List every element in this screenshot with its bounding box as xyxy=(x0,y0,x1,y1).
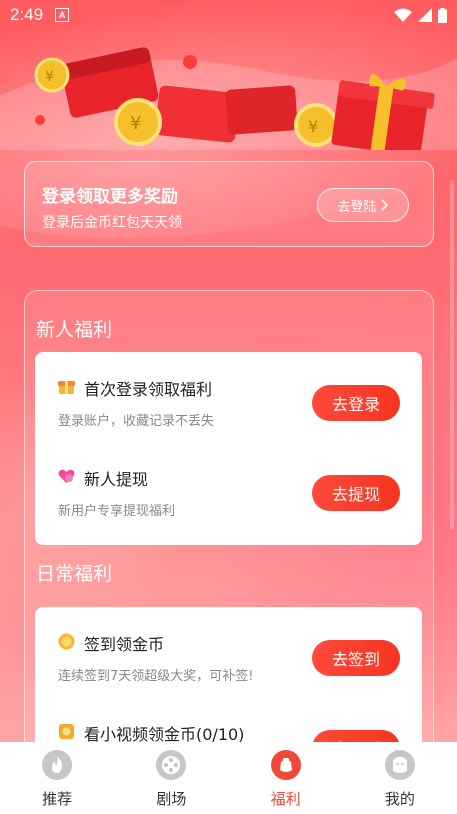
film-reel-icon xyxy=(156,750,187,780)
nav-tab-recommend[interactable]: 推荐 xyxy=(0,742,114,814)
scrollbar[interactable] xyxy=(450,180,454,530)
newbie-task-card: 首次登录领取福利 登录账户，收藏记录不丢失 去登录 新人提现 新用户专享提现福利… xyxy=(35,352,422,545)
login-card-subtitle: 登录后金币红包天天领 xyxy=(42,215,182,231)
task-desc: 新用户专享提现福利 xyxy=(58,504,176,519)
svg-text:¥: ¥ xyxy=(45,69,54,85)
gift-box-icon xyxy=(58,381,75,394)
nav-tab-mine[interactable]: 我的 xyxy=(343,742,457,814)
flame-icon xyxy=(42,750,73,780)
section-title-daily: 日常福利 xyxy=(36,563,113,585)
task-checkin: 签到领金币 连续签到7天领超级大奖，可补签! 去签到 xyxy=(35,607,422,697)
svg-text:¥: ¥ xyxy=(130,113,141,134)
heart-wallet-icon xyxy=(58,469,75,483)
nav-label: 剧场 xyxy=(156,790,187,808)
app-notification-icon: A xyxy=(55,8,70,22)
login-card-title: 登录领取更多奖励 xyxy=(42,187,178,207)
daily-task-card: 签到领金币 连续签到7天领超级大奖，可补签! 去签到 看小视频领金币(0/10)… xyxy=(35,607,422,759)
task-title: 首次登录领取福利 xyxy=(84,380,213,399)
go-withdraw-button[interactable]: 去提现 xyxy=(312,475,400,511)
red-envelope-illustration: ¥ ¥ ¥ xyxy=(0,47,457,150)
welfare-panel: 新人福利 首次登录领取福利 登录账户，收藏记录不丢失 去登录 新人提现 新用户专… xyxy=(24,290,434,760)
task-title: 新人提现 xyxy=(84,470,149,489)
task-title: 签到领金币 xyxy=(84,635,165,654)
nav-label: 我的 xyxy=(384,790,415,808)
task-desc: 连续签到7天领超级大奖，可补签! xyxy=(58,669,254,684)
nav-label: 福利 xyxy=(270,790,301,808)
login-reward-card: 登录领取更多奖励 登录后金币红包天天领 去登陆 xyxy=(24,161,434,247)
battery-icon xyxy=(438,7,447,23)
nav-tab-welfare[interactable]: 福利 xyxy=(229,742,343,814)
welfare-bag-icon xyxy=(270,750,301,780)
go-login-label: 去登陆 xyxy=(337,199,377,215)
signal-icon xyxy=(418,8,432,22)
nav-label: 推荐 xyxy=(42,790,73,808)
nav-tab-theater[interactable]: 剧场 xyxy=(114,742,228,814)
task-desc: 登录账户，收藏记录不丢失 xyxy=(58,414,215,429)
go-login-task-button[interactable]: 去登录 xyxy=(312,385,400,421)
profile-face-icon xyxy=(384,750,415,780)
task-first-login: 首次登录领取福利 登录账户，收藏记录不丢失 去登录 xyxy=(35,352,422,442)
go-checkin-button[interactable]: 去签到 xyxy=(312,640,400,676)
section-title-newbie: 新人福利 xyxy=(36,319,113,341)
status-bar: 2:49 A xyxy=(0,0,457,30)
coin-icon xyxy=(58,633,75,650)
wifi-icon xyxy=(394,8,412,22)
go-login-button[interactable]: 去登陆 xyxy=(317,188,409,222)
video-coin-icon xyxy=(59,724,74,739)
bottom-nav: 推荐 剧场 福利 我的 xyxy=(0,742,457,814)
svg-text:¥: ¥ xyxy=(308,117,318,136)
status-time: 2:49 xyxy=(10,5,44,24)
task-new-withdraw: 新人提现 新用户专享提现福利 去提现 xyxy=(35,442,422,532)
chevron-right-icon xyxy=(380,199,388,211)
